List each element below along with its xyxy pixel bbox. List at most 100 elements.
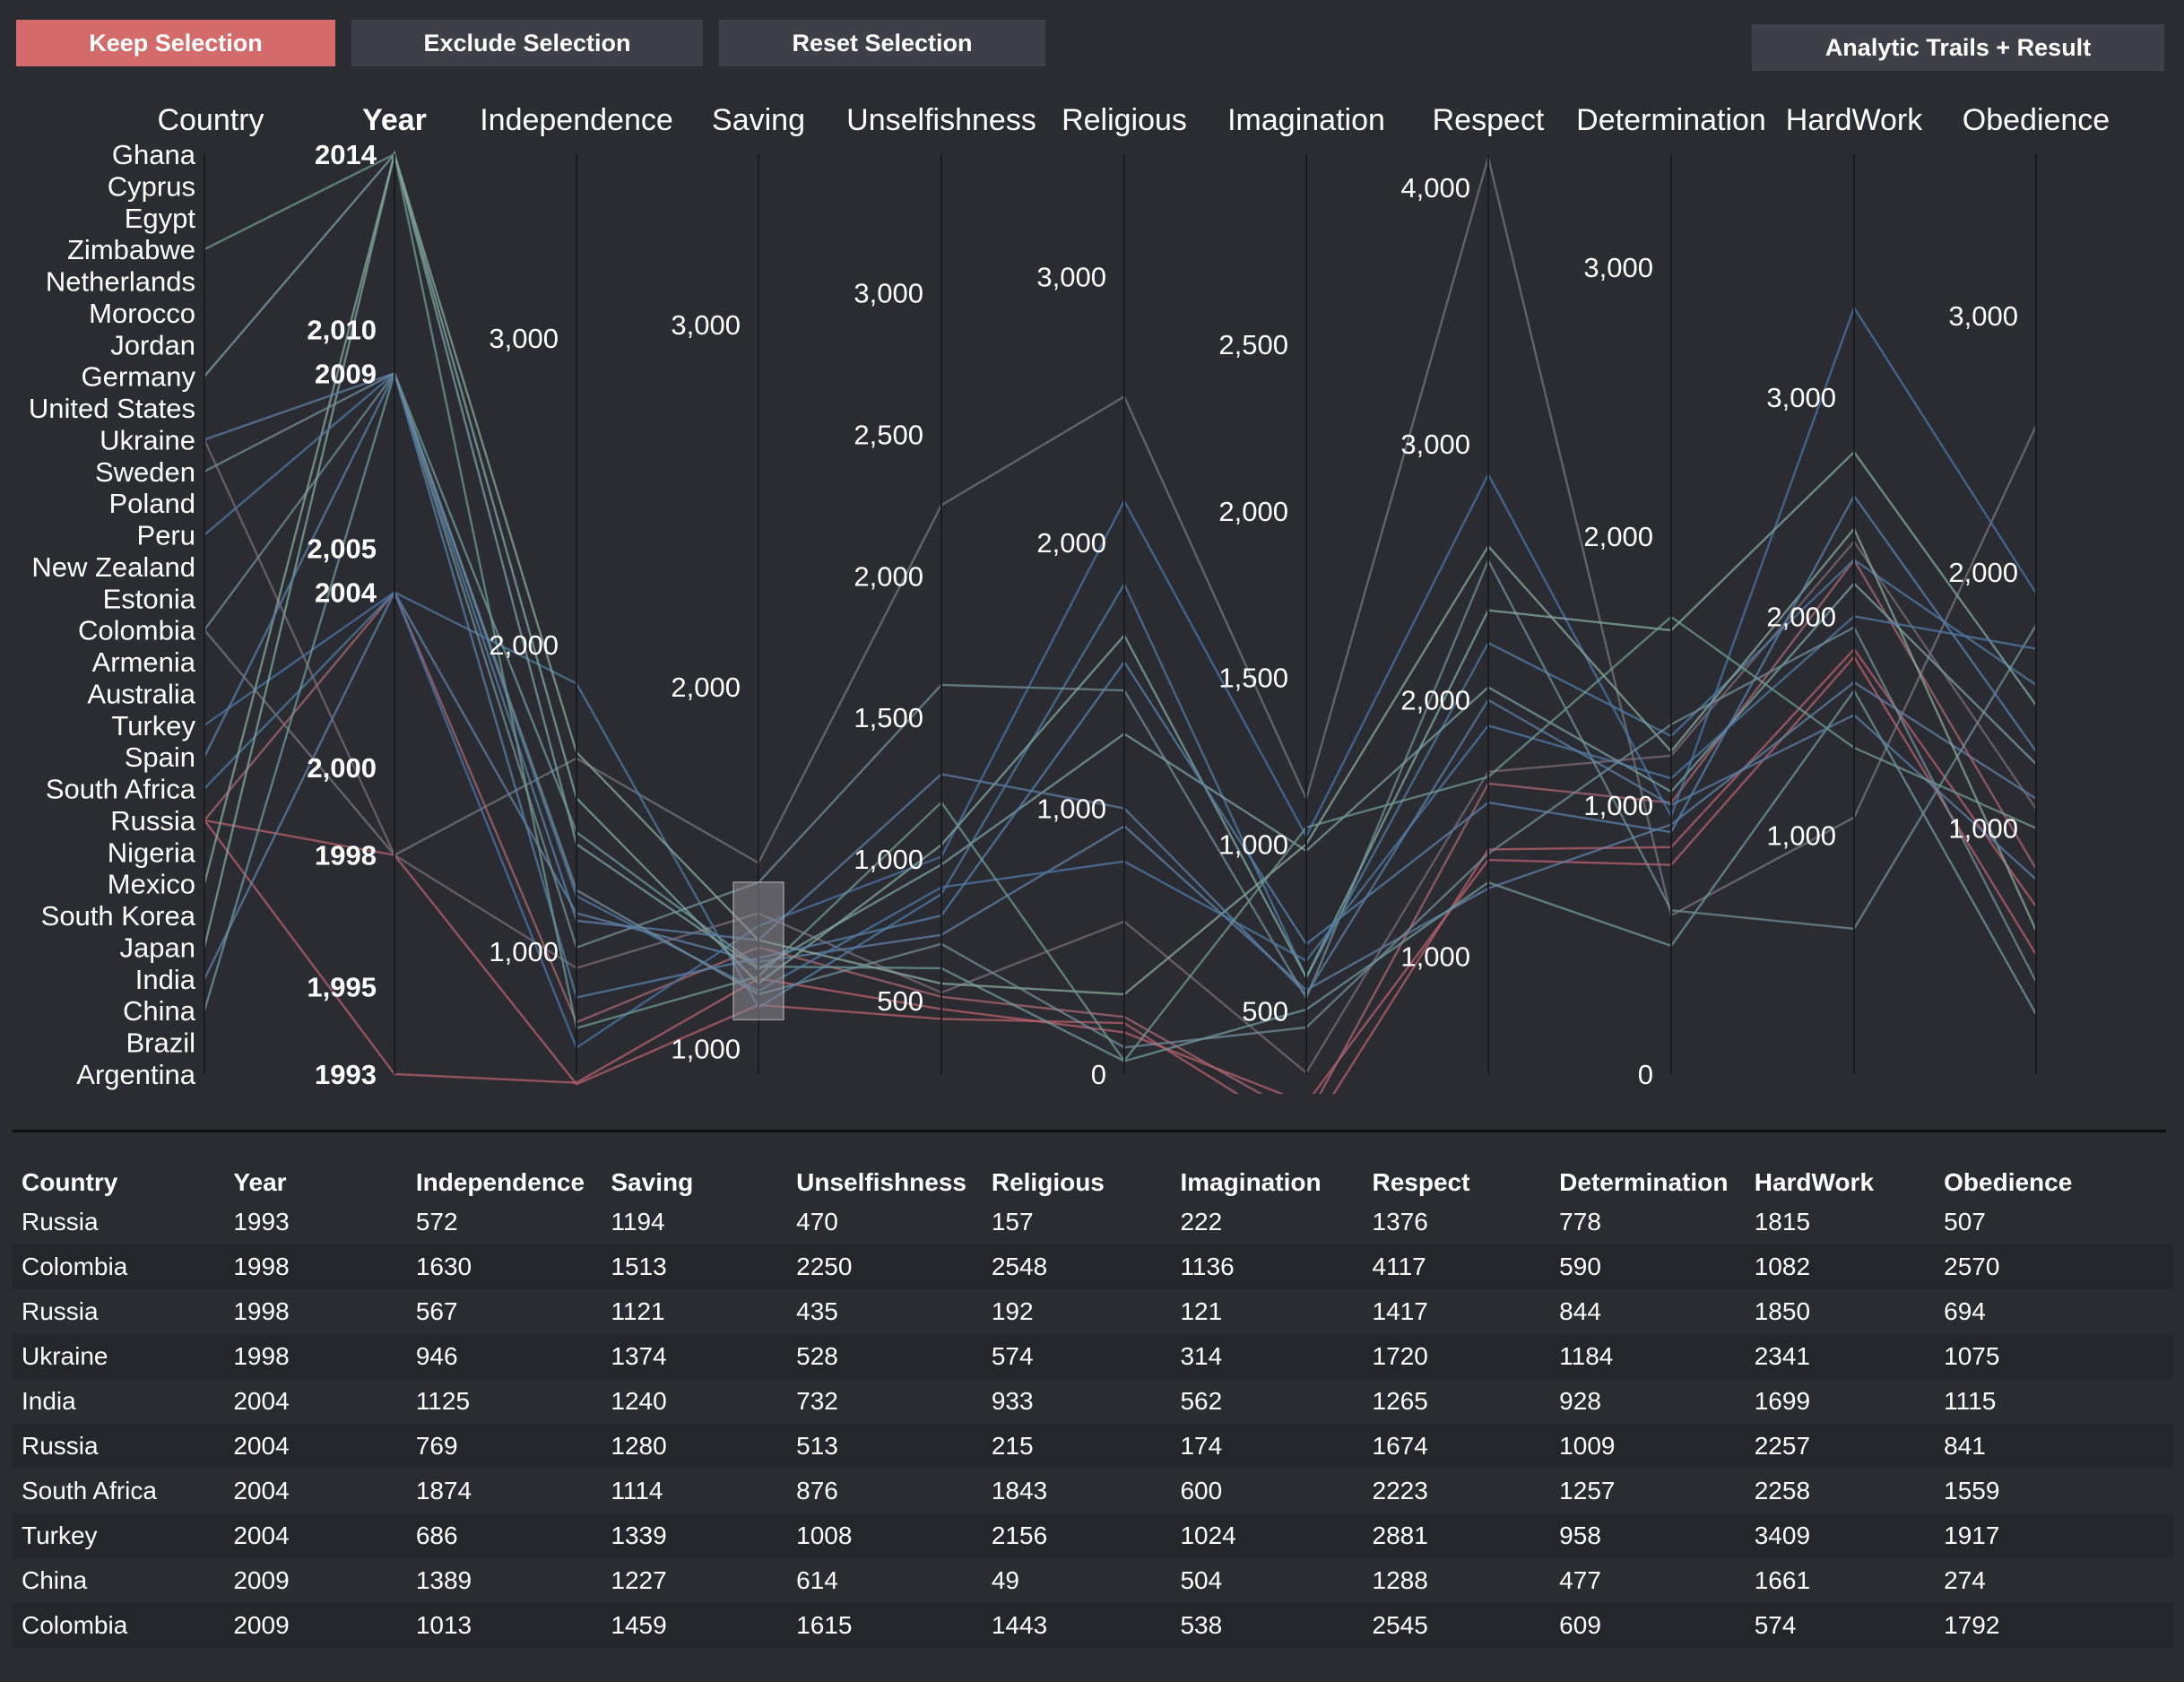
table-cell-hardwork: 1661 xyxy=(1754,1566,1811,1594)
table-cell-religious: 157 xyxy=(991,1208,1034,1235)
table-cell-unselfishness: 528 xyxy=(796,1342,838,1370)
tick-label-obedience-1000: 1,000 xyxy=(1948,813,2018,845)
table-row[interactable]: South Africa 2004 1874 1114 876 1843 600 2223 12… xyxy=(13,1469,2173,1513)
table-cell-respect: 2223 xyxy=(1372,1477,1428,1504)
table-cell-year: 2009 xyxy=(233,1566,290,1594)
table-cell-obedience: 1115 xyxy=(1944,1387,1997,1415)
table-cell-obedience: 841 xyxy=(1944,1432,1986,1460)
table-cell-respect: 1720 xyxy=(1372,1342,1428,1370)
tick-label-saving-3000: 3,000 xyxy=(671,309,741,341)
table-row[interactable]: Colombia 1998 1630 1513 2250 2548 1136 4117 590 1… xyxy=(13,1244,2173,1289)
table-cell-unselfishness: 1008 xyxy=(796,1522,853,1549)
table-cell-respect: 1417 xyxy=(1372,1297,1428,1325)
table-cell-country: Russia xyxy=(22,1208,99,1235)
analytic-trails-button[interactable]: Analytic Trails + Result xyxy=(1752,24,2164,71)
country-label-argentina: Argentina xyxy=(76,1059,195,1090)
country-label-ukraine: Ukraine xyxy=(100,424,195,455)
table-cell-saving: 1240 xyxy=(611,1387,667,1415)
panel-divider xyxy=(13,1130,2166,1132)
country-label-colombia: Colombia xyxy=(78,615,196,646)
table-cell-determination: 928 xyxy=(1559,1387,1601,1415)
column-header-unselfishness[interactable]: Unselfishness xyxy=(787,1166,983,1200)
table-row[interactable]: China 2009 1389 1227 614 49 504 1288 477 1661 274 xyxy=(13,1558,2173,1603)
table-cell-religious: 933 xyxy=(991,1387,1034,1415)
table-cell-hardwork: 2257 xyxy=(1754,1432,1811,1460)
column-header-respect[interactable]: Respect xyxy=(1364,1166,1551,1200)
keep-selection-button[interactable]: Keep Selection xyxy=(16,20,335,66)
polyline-spain-2009[interactable] xyxy=(203,370,2037,999)
table-cell-determination: 1009 xyxy=(1559,1432,1616,1460)
tick-label-unselfishness-500: 500 xyxy=(877,985,923,1017)
table-row[interactable]: India 2004 1125 1240 732 933 562 1265 928 1699 111… xyxy=(13,1379,2173,1424)
axis-title-imagination[interactable]: Imagination xyxy=(1227,103,1385,137)
tick-label-imagination-1500: 1,500 xyxy=(1218,663,1288,694)
polyline-japan-2014[interactable] xyxy=(203,150,2037,985)
table-row[interactable]: Russia 1993 572 1194 470 157 222 1376 778 1815 507 xyxy=(13,1200,2173,1244)
table-cell-year: 2004 xyxy=(233,1387,290,1415)
polyline-russia-1993[interactable] xyxy=(204,655,2038,1094)
table-row[interactable]: Russia 1998 567 1121 435 192 121 1417 844 1850 694 xyxy=(13,1289,2173,1334)
table-cell-obedience: 1075 xyxy=(1944,1342,2000,1370)
table-cell-respect: 1376 xyxy=(1372,1208,1428,1235)
table-row[interactable]: Ukraine 1998 946 1374 528 574 314 1720 1184 2341 1… xyxy=(13,1334,2173,1379)
axis-title-respect[interactable]: Respect xyxy=(1433,103,1545,137)
table-row[interactable]: Colombia 2009 1013 1459 1615 1443 538 2545 609 57… xyxy=(13,1603,2173,1648)
axis-title-hardwork[interactable]: HardWork xyxy=(1786,103,1923,137)
column-header-determination[interactable]: Determination xyxy=(1550,1166,1746,1200)
tick-label-year-1998: 1998 xyxy=(315,840,377,871)
axis-title-obedience[interactable]: Obedience xyxy=(1963,103,2110,137)
column-header-hardwork[interactable]: HardWork xyxy=(1746,1166,1935,1200)
axis-title-saving[interactable]: Saving xyxy=(712,103,805,137)
exclude-selection-button[interactable]: Exclude Selection xyxy=(351,20,703,66)
column-header-country[interactable]: Country xyxy=(13,1166,224,1200)
column-header-imagination[interactable]: Imagination xyxy=(1171,1166,1363,1200)
parallel-coordinates-chart[interactable]: Country Year Independence Saving Unselfishne… xyxy=(0,90,2184,1094)
table-cell-independence: 1389 xyxy=(415,1566,472,1594)
table-row[interactable]: Turkey 2004 686 1339 1008 2156 1024 2881 958 3409… xyxy=(13,1513,2173,1558)
column-header-saving[interactable]: Saving xyxy=(602,1166,787,1200)
table-cell-country: Ukraine xyxy=(22,1342,108,1370)
column-header-independence[interactable]: Independence xyxy=(407,1166,602,1200)
tick-label-imagination-2000: 2,000 xyxy=(1218,496,1288,527)
tick-label-determination-0: 0 xyxy=(1638,1059,1653,1090)
axis-title-unselfishness[interactable]: Unselfishness xyxy=(846,103,1036,137)
table-cell-obedience: 1792 xyxy=(1944,1611,2000,1639)
table-cell-hardwork: 1850 xyxy=(1754,1297,1811,1325)
tick-label-unselfishness-1500: 1,500 xyxy=(854,702,923,733)
country-label-south-korea: South Korea xyxy=(41,900,196,932)
column-header-year[interactable]: Year xyxy=(224,1166,406,1200)
column-header-religious[interactable]: Religious xyxy=(983,1166,1172,1200)
tick-label-year-2004: 2004 xyxy=(315,577,377,609)
polyline-zimbabwe-2014[interactable] xyxy=(204,152,2037,1063)
column-header-obedience[interactable]: Obedience xyxy=(1935,1166,2173,1200)
reset-selection-button[interactable]: Reset Selection xyxy=(719,20,1045,66)
axis-title-determination[interactable]: Determination xyxy=(1576,103,1766,137)
table-cell-country: Turkey xyxy=(22,1522,98,1549)
table-cell-determination: 590 xyxy=(1559,1253,1601,1280)
table-cell-religious: 574 xyxy=(991,1342,1034,1370)
table-cell-respect: 1288 xyxy=(1372,1566,1428,1594)
tick-label-imagination-1000: 1,000 xyxy=(1218,829,1288,861)
tick-label-respect-2000: 2,000 xyxy=(1400,685,1470,716)
table-cell-independence: 769 xyxy=(415,1432,458,1460)
saving-brush-selection[interactable] xyxy=(732,881,784,1021)
table-cell-independence: 686 xyxy=(415,1522,458,1549)
table-cell-obedience: 507 xyxy=(1944,1208,1986,1235)
brush-layer[interactable] xyxy=(732,881,784,1021)
axis-title-religious[interactable]: Religious xyxy=(1062,103,1187,137)
tick-label-religious-1000: 1,000 xyxy=(1036,793,1106,824)
table-cell-year: 1998 xyxy=(233,1297,290,1325)
axis-title-country[interactable]: Country xyxy=(157,103,264,137)
polyline-russia-1998[interactable] xyxy=(204,647,2037,1094)
country-label-india: India xyxy=(135,964,196,995)
table-cell-determination: 609 xyxy=(1559,1611,1601,1639)
table-cell-imagination: 1136 xyxy=(1180,1253,1235,1280)
axis-title-independence[interactable]: Independence xyxy=(480,103,673,137)
polyline-ukraine-1998[interactable] xyxy=(203,438,2037,1075)
table-cell-respect: 1265 xyxy=(1372,1387,1428,1415)
axis-title-year[interactable]: Year xyxy=(362,103,427,137)
table-row[interactable]: Russia 2004 769 1280 513 215 174 1674 1009 2257 84… xyxy=(13,1424,2173,1469)
table-cell-saving: 1374 xyxy=(611,1342,667,1370)
table-cell-imagination: 174 xyxy=(1180,1432,1223,1460)
polyline-colombia-2009[interactable] xyxy=(204,370,2038,1001)
